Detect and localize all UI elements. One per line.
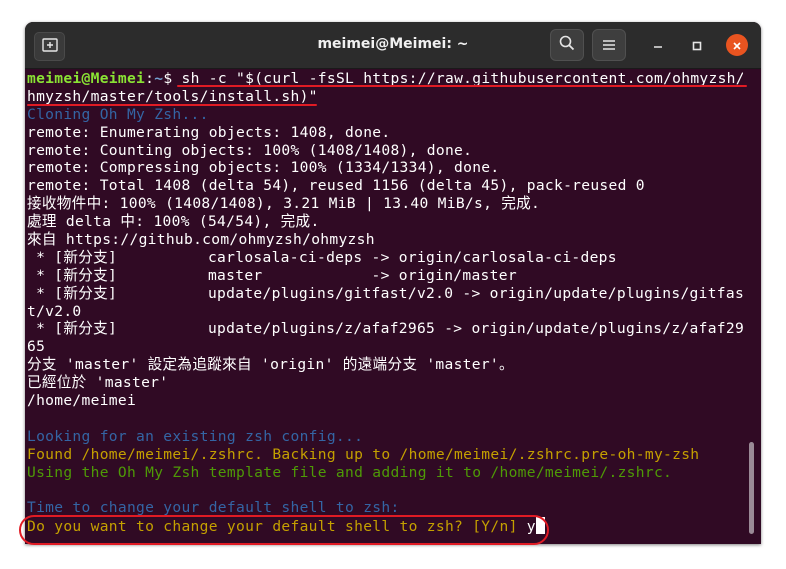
output-line: Looking for an existing zsh config... [27,427,364,445]
output-line: * [新分支] master -> origin/master [27,266,517,284]
close-icon [732,36,742,55]
output-line: * [新分支] update/plugins/gitfast/v2.0 -> o… [27,284,743,302]
output-line: 處理 delta 中: 100% (54/54), 完成. [27,213,320,231]
search-button[interactable] [550,29,584,61]
prompt-dir: ~ [154,70,164,87]
output-line: remote: Counting objects: 100% (1408/140… [27,141,473,159]
prompt-separator: : [145,70,155,87]
prompt-user-host: meimei@Meimei [27,70,146,87]
command-underline-annotation [27,104,317,106]
hamburger-menu-icon [602,36,616,55]
maximize-icon [692,36,702,55]
scrollbar-thumb[interactable] [749,442,754,534]
close-button[interactable] [726,34,748,56]
new-tab-icon [41,37,58,56]
output-line: * [新分支] carlosala-ci-deps -> origin/carl… [27,248,617,266]
terminal-window: meimei@Meimei: ~ meimei@Meimei:~$ sh -c … [25,22,761,544]
output-line: 65 [27,338,46,356]
output-line: * [新分支] update/plugins/z/afaf2965 -> ori… [27,320,743,338]
output-line: remote: Enumerating objects: 1408, done. [27,123,391,141]
prompt-highlight-annotation [19,515,549,545]
window-title: meimei@Meimei: ~ [317,36,469,52]
output-line: Using the Oh My Zsh template file and ad… [27,463,673,481]
new-tab-button[interactable] [34,32,65,61]
output-line: 來自 https://github.com/ohmyzsh/ohmyzsh [27,231,375,249]
output-line: remote: Total 1408 (delta 54), reused 11… [27,177,645,195]
title-bar: meimei@Meimei: ~ [25,22,761,69]
output-line: Cloning Oh My Zsh... [27,105,209,123]
output-line: 接收物件中: 100% (1408/1408), 3.21 MiB | 13.4… [27,195,541,213]
menu-button[interactable] [592,29,626,61]
output-line: remote: Compressing objects: 100% (1334/… [27,159,500,177]
output-line: 分支 'master' 設定為追蹤來自 'origin' 的遠端分支 'mast… [27,356,514,374]
maximize-button[interactable] [686,34,708,56]
command-underline-annotation [177,85,747,87]
terminal-output[interactable]: meimei@Meimei:~$ sh -c "$(curl -fsSL htt… [27,70,743,544]
output-line: t/v2.0 [27,302,82,320]
output-line: /home/meimei [27,392,137,410]
output-line: 已經位於 'master' [27,374,169,392]
minimize-button[interactable] [647,34,669,56]
output-line: Found /home/meimei/.zshrc. Backing up to… [27,445,700,463]
search-icon [559,35,575,55]
minimize-icon [653,36,663,55]
